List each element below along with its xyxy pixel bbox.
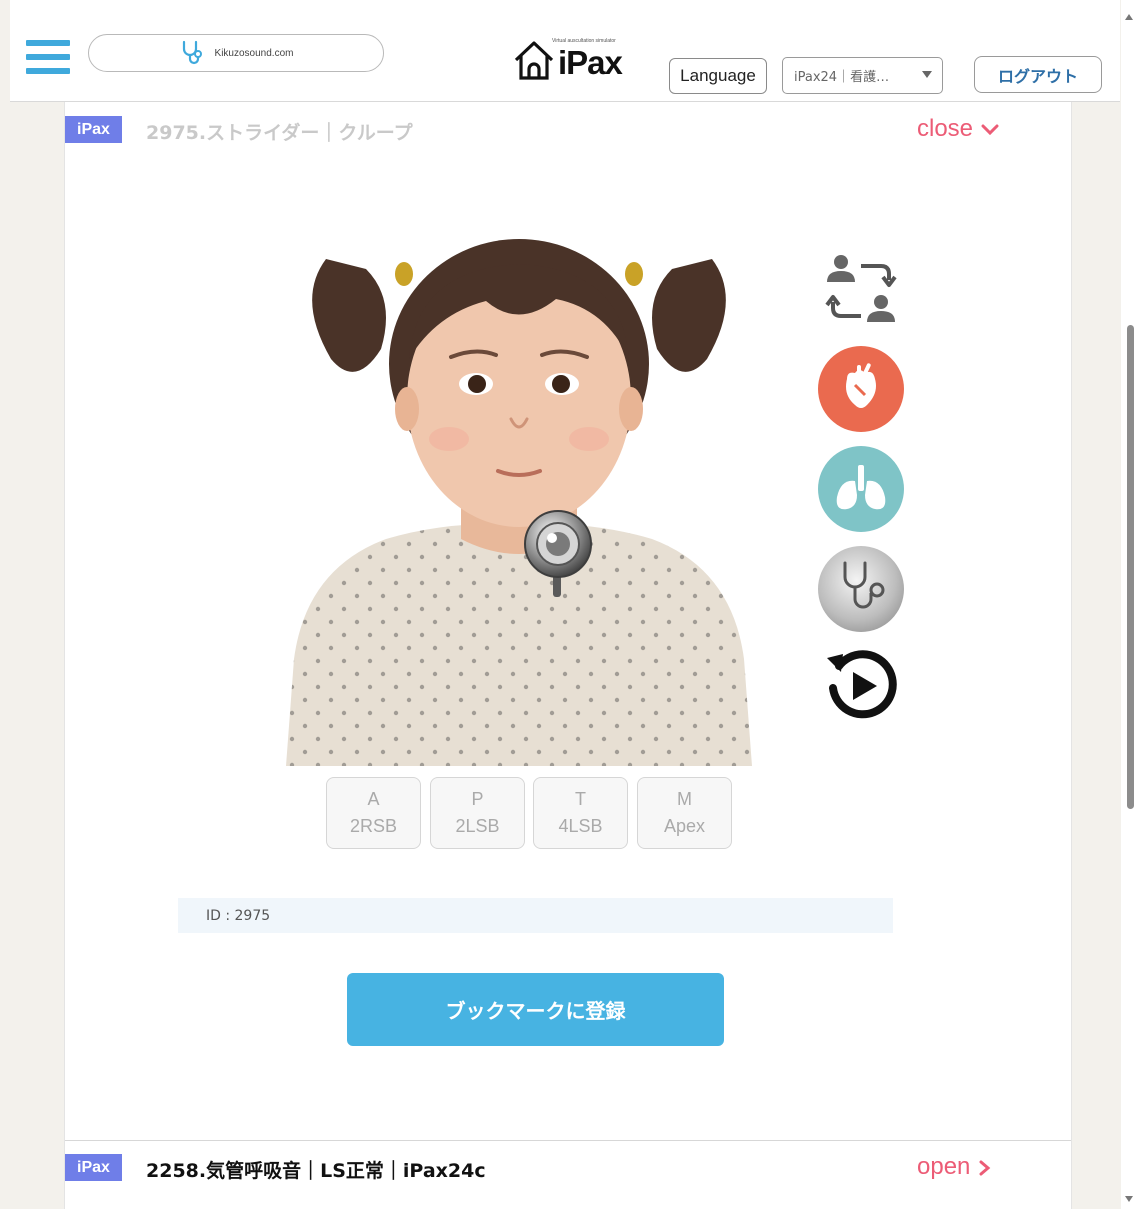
site-label: Kikuzosound.com (214, 47, 294, 59)
open-toggle[interactable]: open (917, 1153, 993, 1181)
position-letter: T (575, 789, 586, 809)
position-label: Apex (663, 816, 706, 836)
position-letter: M (677, 789, 692, 809)
switch-patient-icon[interactable] (823, 252, 899, 330)
chevron-right-icon (979, 1160, 991, 1176)
position-label: 2RSB (349, 816, 398, 836)
patient-image[interactable] (286, 239, 752, 766)
item-badge: iPax (65, 116, 122, 143)
scroll-down-icon[interactable] (1125, 1196, 1133, 1202)
lungs-icon[interactable] (817, 445, 905, 533)
scroll-up-icon[interactable] (1125, 14, 1133, 20)
item-divider (65, 1140, 1071, 1141)
set-select[interactable]: iPax24｜看護… (782, 57, 943, 94)
site-link-button[interactable]: Kikuzosound.com (88, 34, 384, 72)
scrollbar-thumb[interactable] (1127, 325, 1134, 809)
language-button[interactable]: Language (669, 58, 767, 94)
patient-illustration (286, 239, 752, 766)
home-icon (514, 41, 554, 80)
page-scrollbar[interactable] (1121, 0, 1135, 1209)
position-label: 2LSB (455, 816, 500, 836)
position-letter: A (367, 789, 380, 809)
chevron-down-icon (981, 124, 999, 135)
position-letter: P (471, 789, 484, 809)
close-label: close (917, 115, 974, 142)
item-badge: iPax (65, 1154, 122, 1181)
dropdown-arrow-icon (922, 71, 932, 78)
bookmark-button[interactable]: ブックマークに登録 (347, 973, 724, 1046)
position-button-a[interactable]: A 2RSB (326, 777, 421, 849)
content-panel: iPax 2975.ストライダー｜クループ close A 2RSB P 2LS… (64, 102, 1072, 1209)
stethoscope-icon[interactable] (817, 545, 905, 633)
close-toggle[interactable]: close (917, 115, 1000, 143)
id-text: ID : 2975 (206, 907, 271, 924)
heart-icon[interactable] (817, 345, 905, 433)
stethoscope-logo-icon (182, 40, 202, 65)
logo-text: iPax (558, 44, 623, 81)
open-label: open (917, 1153, 971, 1180)
top-header: Kikuzosound.com Virtual auscultation sim… (10, 0, 1120, 102)
hamburger-menu-icon[interactable] (26, 40, 70, 74)
next-item-title[interactable]: 2258.気管呼吸音｜LS正常｜iPax24c (146, 1156, 486, 1183)
id-info-bar: ID : 2975 (178, 898, 893, 933)
position-button-t[interactable]: T 4LSB (533, 777, 628, 849)
set-select-value: iPax24｜看護… (794, 70, 890, 85)
logout-button[interactable]: ログアウト (974, 56, 1102, 93)
ipax-logo[interactable]: Virtual auscultation simulator iPax (500, 30, 640, 90)
position-button-m[interactable]: M Apex (637, 777, 732, 849)
replay-icon[interactable] (821, 646, 901, 726)
open-item-title[interactable]: 2975.ストライダー｜クループ (146, 118, 413, 145)
position-button-p[interactable]: P 2LSB (430, 777, 525, 849)
position-label: 4LSB (558, 816, 603, 836)
